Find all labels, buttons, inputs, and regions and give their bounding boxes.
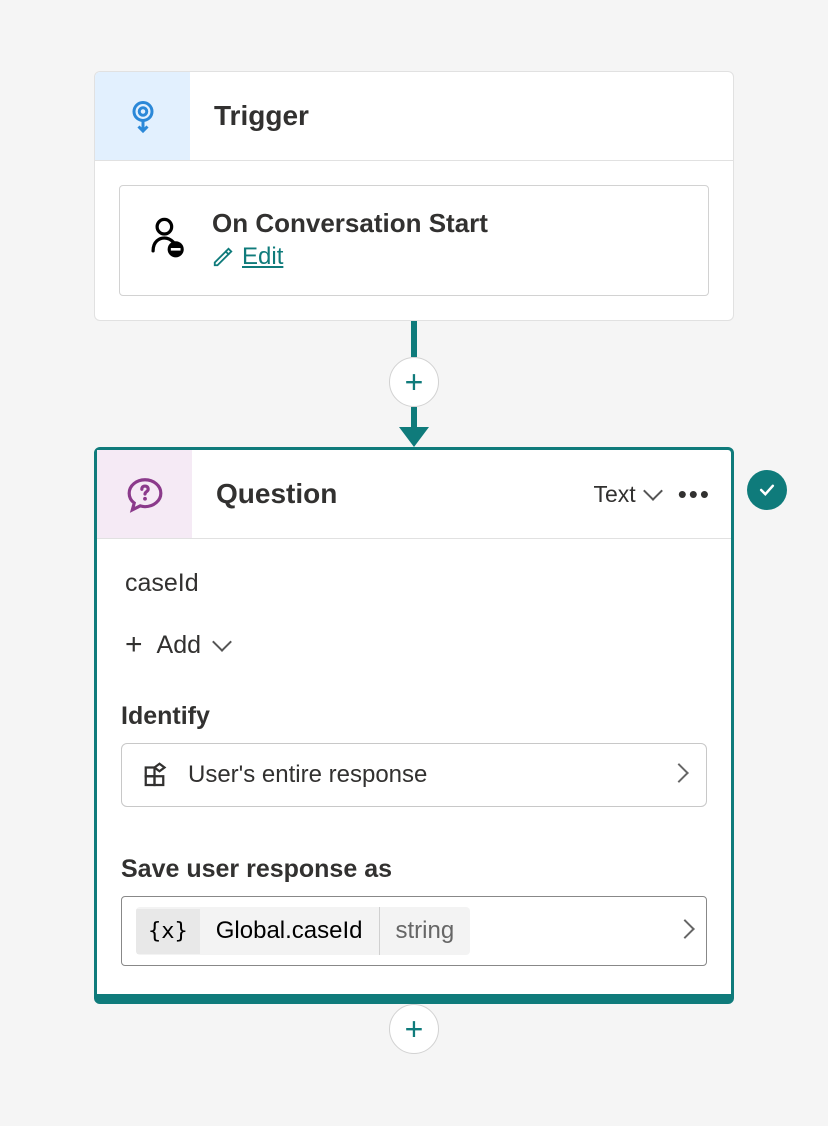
check-icon xyxy=(757,480,777,500)
pencil-icon xyxy=(212,246,234,268)
trigger-card[interactable]: Trigger On Conversation Start xyxy=(94,71,734,321)
trigger-title: Trigger xyxy=(190,72,733,160)
plus-icon xyxy=(125,628,143,662)
add-node-button-bottom[interactable]: + xyxy=(389,1004,439,1054)
trigger-event-title: On Conversation Start xyxy=(212,208,488,239)
edit-label: Edit xyxy=(242,243,283,271)
trigger-event-card[interactable]: On Conversation Start Edit xyxy=(119,185,709,296)
trigger-body: On Conversation Start Edit xyxy=(95,161,733,320)
question-type-dropdown[interactable]: Text xyxy=(594,481,660,508)
connector-2: + xyxy=(389,1000,439,1054)
add-node-button[interactable]: + xyxy=(389,357,439,407)
save-variable-selector[interactable]: {x} Global.caseId string xyxy=(121,896,707,966)
connector-line xyxy=(411,407,417,427)
identify-value: User's entire response xyxy=(188,761,656,789)
save-label: Save user response as xyxy=(121,855,707,884)
question-card[interactable]: Question Text ••• caseId Add Identify xyxy=(94,447,734,1004)
question-header: Question Text ••• xyxy=(97,450,731,539)
edit-link[interactable]: Edit xyxy=(212,243,283,271)
add-button[interactable]: Add xyxy=(121,628,229,662)
variable-chip: {x} Global.caseId string xyxy=(136,907,470,955)
add-label: Add xyxy=(157,631,201,660)
type-label: Text xyxy=(594,481,636,508)
chevron-right-icon xyxy=(672,766,686,785)
entity-icon xyxy=(142,760,172,790)
connector-line xyxy=(411,321,417,357)
variable-name: Global.caseId xyxy=(200,907,380,955)
chevron-down-icon xyxy=(215,631,229,660)
conversation-icon xyxy=(146,217,186,264)
identify-label: Identify xyxy=(121,702,707,731)
connector-1: + xyxy=(389,321,439,447)
question-body: caseId Add Identify User's entire respon… xyxy=(97,539,731,994)
variable-icon: {x} xyxy=(136,909,200,954)
question-icon xyxy=(97,450,192,538)
variable-type: string xyxy=(380,907,471,955)
status-check-badge xyxy=(747,470,787,510)
trigger-header: Trigger xyxy=(95,72,733,161)
arrow-down-icon xyxy=(399,427,429,447)
question-prompt[interactable]: caseId xyxy=(121,569,707,598)
question-title: Question xyxy=(192,450,594,538)
chevron-right-icon xyxy=(678,922,692,941)
chevron-down-icon xyxy=(646,481,660,508)
more-menu[interactable]: ••• xyxy=(678,479,711,510)
identify-selector[interactable]: User's entire response xyxy=(121,743,707,807)
trigger-icon xyxy=(95,72,190,160)
